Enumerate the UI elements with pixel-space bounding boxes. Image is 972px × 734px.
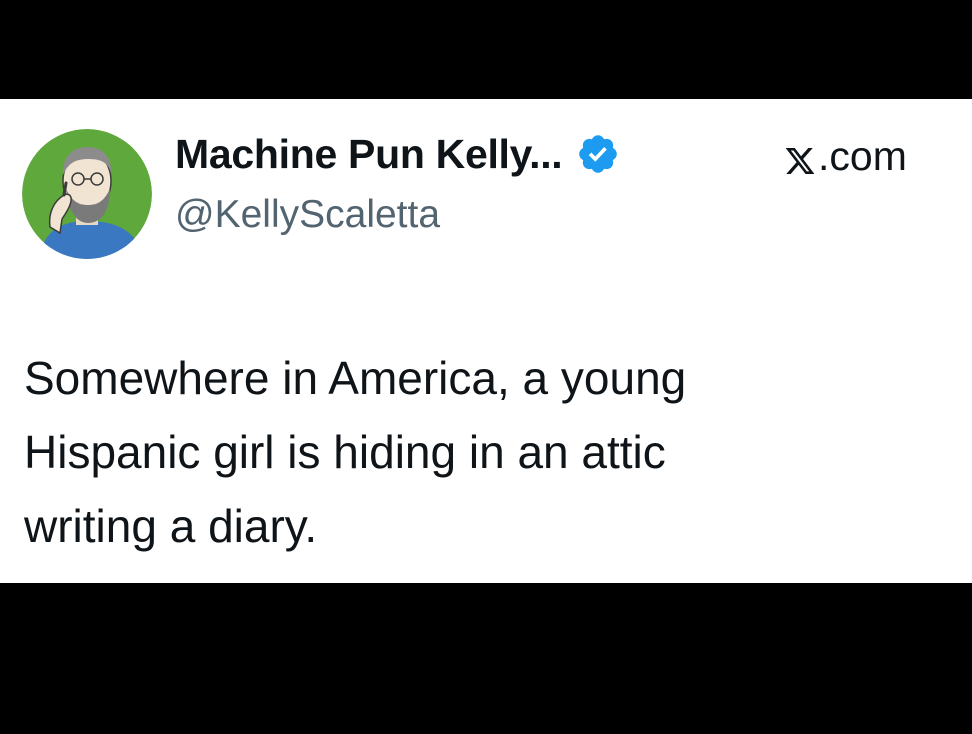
avatar-illustration [22,129,152,259]
tweet-text-line: Somewhere in America, a young [24,352,687,404]
tweet-text-line: writing a diary. [24,500,318,552]
x-logo-icon [784,140,816,174]
source-domain: .com [818,132,907,179]
bottom-letterbox-bar [0,583,972,734]
source-label: .com [784,129,907,183]
display-name[interactable]: Machine Pun Kelly... [175,131,563,178]
tweet-text-line: Hispanic girl is hiding in an attic [24,426,666,478]
verified-badge-icon [576,132,620,176]
user-handle[interactable]: @KellyScaletta [175,193,440,237]
tweet-text: Somewhere in America, a young Hispanic g… [24,341,924,563]
top-letterbox-bar [0,0,972,99]
tweet-card: Machine Pun Kelly... .com @KellyScaletta… [0,99,972,583]
display-name-row: Machine Pun Kelly... [175,127,620,181]
avatar[interactable] [22,129,152,259]
